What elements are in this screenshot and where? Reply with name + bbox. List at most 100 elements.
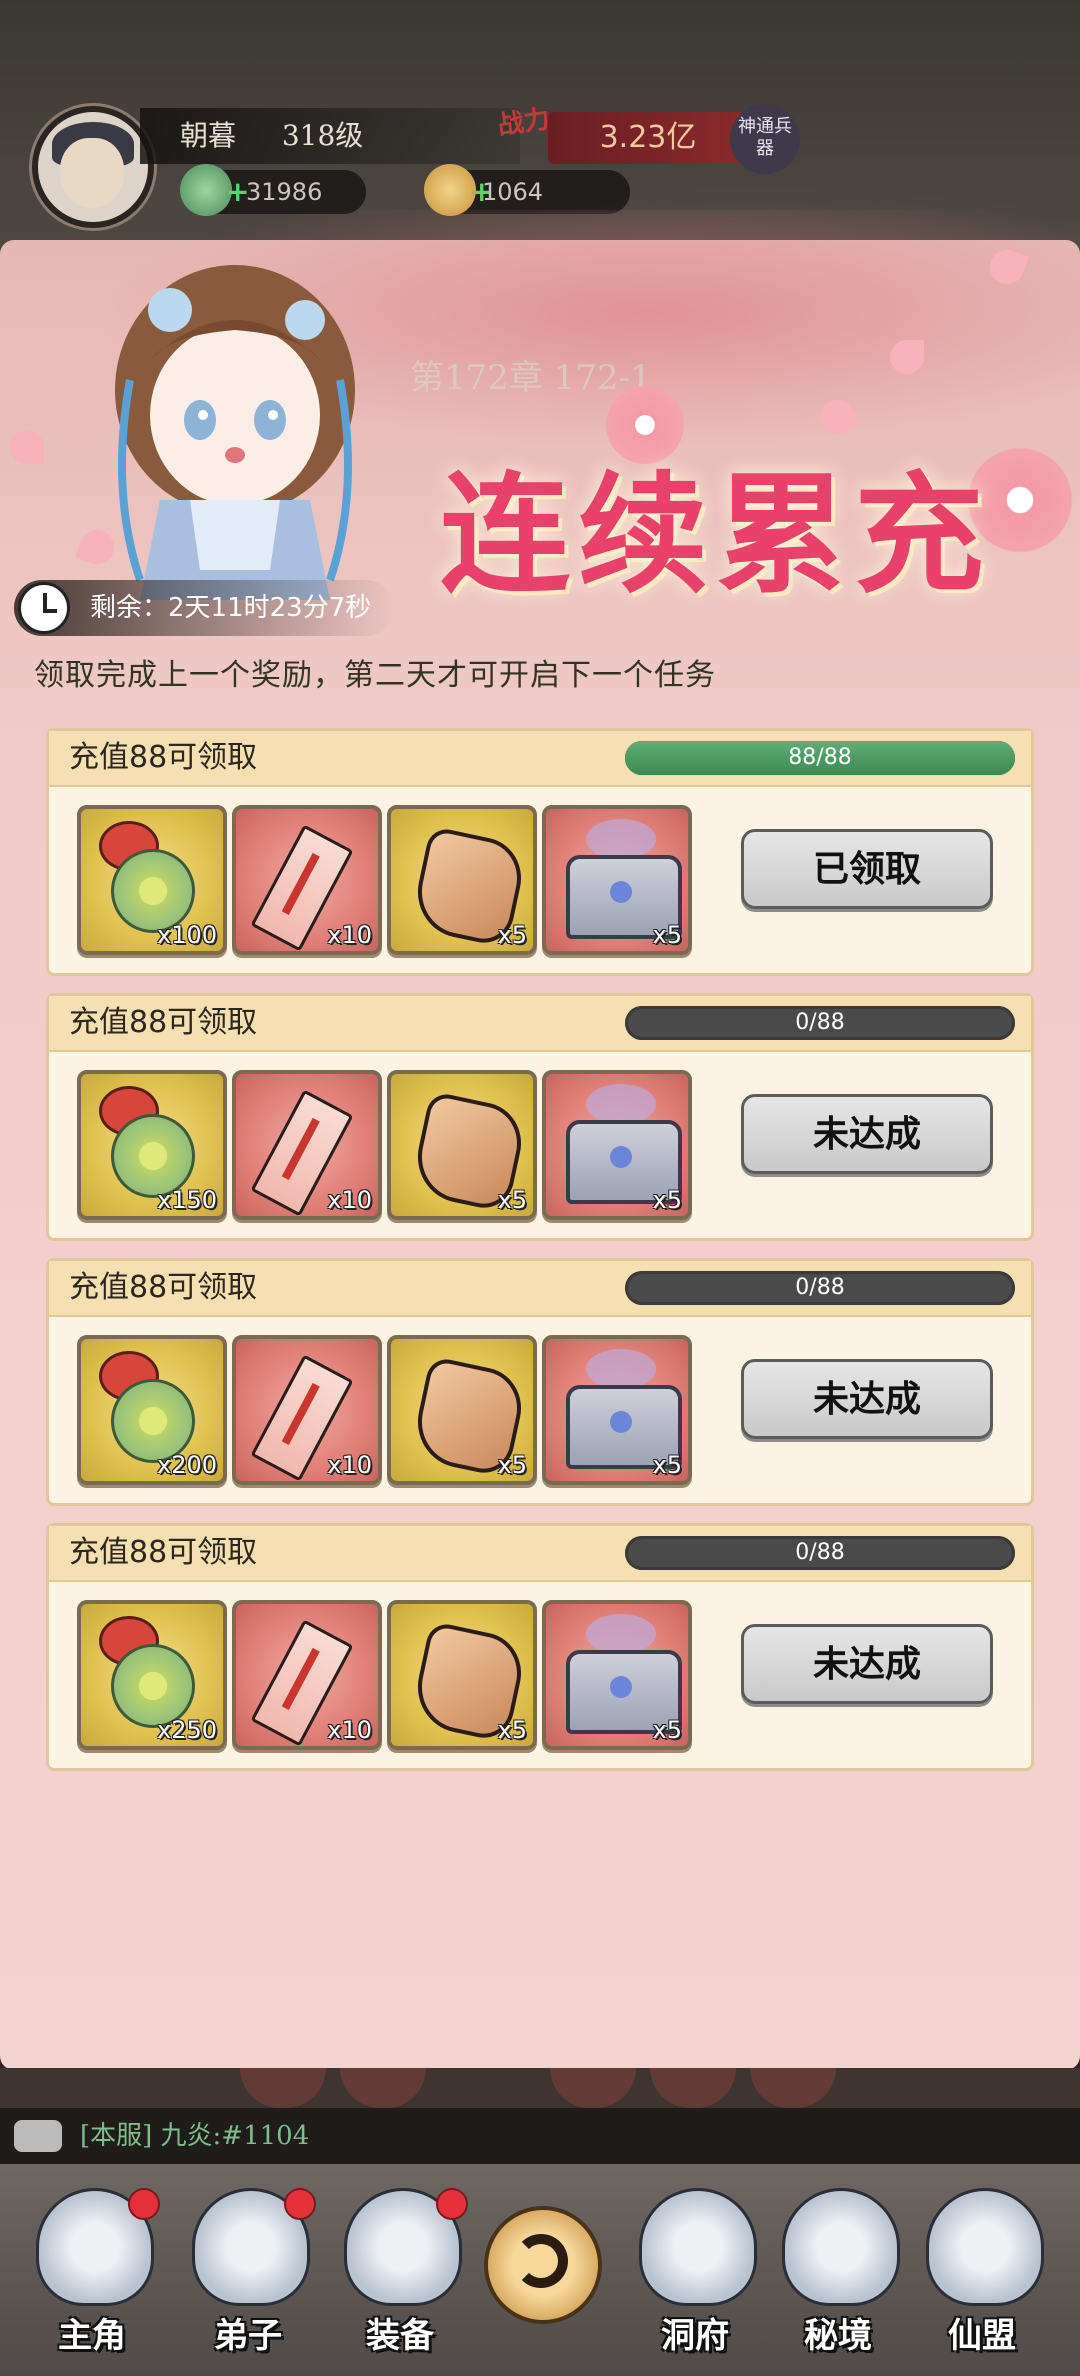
reward-count: x10 xyxy=(327,1186,372,1214)
reward-item[interactable]: x5 xyxy=(542,1335,692,1485)
reward-item[interactable]: x5 xyxy=(542,1600,692,1750)
decoration-slot xyxy=(750,2068,836,2108)
chest-smoke-decoration xyxy=(586,819,656,859)
reward-count: x5 xyxy=(652,1716,682,1744)
reward-count: x5 xyxy=(497,1716,527,1744)
back-arrow-icon[interactable] xyxy=(484,2206,602,2324)
task-progress-bar: 0/88 xyxy=(625,1536,1015,1570)
task-card-header: 充值88可领取 0/88 xyxy=(49,1261,1031,1317)
nav-item[interactable]: 秘境 xyxy=(768,2178,908,2368)
nav-item-label: 主角 xyxy=(58,2316,126,2356)
chest-smoke-decoration xyxy=(586,1084,656,1124)
task-card: 充值88可领取 0/88 x150 x10 x5 x5 未达成 xyxy=(46,993,1034,1241)
reward-item[interactable]: x5 xyxy=(387,1600,537,1750)
not-achieved-button[interactable]: 未达成 xyxy=(741,1359,993,1439)
chest-smoke-decoration xyxy=(586,1614,656,1654)
player-name-level: 朝暮 318级 xyxy=(140,108,520,164)
chat-bubble-icon[interactable] xyxy=(14,2120,62,2152)
reward-item[interactable]: x10 xyxy=(232,1335,382,1485)
not-achieved-button[interactable]: 未达成 xyxy=(741,1624,993,1704)
immortal-alliance-icon xyxy=(926,2188,1044,2306)
task-progress-text: 0/88 xyxy=(795,1010,845,1035)
task-title: 充值88可领取 xyxy=(69,1005,258,1040)
not-achieved-button[interactable]: 未达成 xyxy=(741,1094,993,1174)
notification-badge xyxy=(284,2188,316,2220)
reward-count: x5 xyxy=(652,1186,682,1214)
petal-decoration xyxy=(890,340,924,374)
decoration-slot xyxy=(240,2068,326,2108)
reward-item[interactable]: x5 xyxy=(542,1070,692,1220)
task-progress-bar: 0/88 xyxy=(625,1006,1015,1040)
rank-badge[interactable]: 神通兵器 xyxy=(730,104,800,174)
reward-count: x100 xyxy=(156,921,217,949)
reward-count: x150 xyxy=(156,1186,217,1214)
task-title: 充值88可领取 xyxy=(69,1535,258,1570)
nav-item-label: 秘境 xyxy=(804,2316,872,2356)
decoration-slot xyxy=(340,2068,426,2108)
event-title: 连续累充 xyxy=(440,458,993,611)
task-progress-text: 0/88 xyxy=(795,1540,845,1565)
timer-text: 剩余：2天11时23分7秒 xyxy=(90,593,372,623)
reward-count: x200 xyxy=(156,1451,217,1479)
event-rule-text: 领取完成上一个奖励，第二天才可开启下一个任务 xyxy=(34,658,716,693)
task-card: 充值88可领取 0/88 x200 x10 x5 x5 未达成 xyxy=(46,1258,1034,1506)
cave-dwelling-icon xyxy=(639,2188,757,2306)
reward-item[interactable]: x10 xyxy=(232,1070,382,1220)
task-title: 充值88可领取 xyxy=(69,1270,258,1305)
nav-item[interactable]: 装备 xyxy=(330,2178,470,2368)
reward-item[interactable]: x5 xyxy=(542,805,692,955)
nav-item-label: 洞府 xyxy=(661,2316,729,2356)
avatar-face xyxy=(60,138,124,208)
reward-count: x5 xyxy=(652,1451,682,1479)
reward-item[interactable]: x200 xyxy=(77,1335,227,1485)
gold-resource[interactable]: + 1064 xyxy=(424,164,630,216)
notification-badge xyxy=(128,2188,160,2220)
claimed-button[interactable]: 已领取 xyxy=(741,829,993,909)
reward-count: x10 xyxy=(327,1451,372,1479)
task-progress-bar: 88/88 xyxy=(625,741,1015,775)
task-progress-text: 88/88 xyxy=(788,745,852,770)
countdown-timer: 剩余：2天11时23分7秒 xyxy=(14,580,394,636)
nav-item-label: 装备 xyxy=(366,2316,434,2356)
jade-resource[interactable]: + 31986 xyxy=(180,164,366,216)
player-level: 318级 xyxy=(281,119,364,152)
secret-realm-icon xyxy=(782,2188,900,2306)
bottom-decoration-strip xyxy=(0,2068,1080,2108)
gold-value: 1064 xyxy=(482,178,544,206)
task-progress-bar: 0/88 xyxy=(625,1271,1015,1305)
reward-count: x5 xyxy=(497,921,527,949)
reward-item[interactable]: x5 xyxy=(387,1335,537,1485)
task-card-header: 充值88可领取 88/88 xyxy=(49,731,1031,787)
reward-count: x10 xyxy=(327,921,372,949)
decoration-slot xyxy=(550,2068,636,2108)
reward-count: x5 xyxy=(652,921,682,949)
notification-badge xyxy=(436,2188,468,2220)
nav-item[interactable]: 仙盟 xyxy=(912,2178,1052,2368)
task-card-header: 充值88可领取 0/88 xyxy=(49,1526,1031,1582)
chat-bar[interactable]: [本服] 九炎:#1104 xyxy=(0,2108,1080,2164)
task-progress-text: 0/88 xyxy=(795,1275,845,1300)
petal-decoration xyxy=(10,430,44,464)
reward-item[interactable]: x10 xyxy=(232,805,382,955)
power-value: 3.23亿 xyxy=(548,112,748,164)
nav-item-label: 弟子 xyxy=(214,2316,282,2356)
reward-item[interactable]: x250 xyxy=(77,1600,227,1750)
reward-count: x10 xyxy=(327,1716,372,1744)
character-portrait xyxy=(115,265,355,600)
reward-item[interactable]: x10 xyxy=(232,1600,382,1750)
back-arrow-curve xyxy=(514,2234,568,2288)
reward-item[interactable]: x100 xyxy=(77,805,227,955)
nav-item[interactable]: 洞府 xyxy=(625,2178,765,2368)
reward-item[interactable]: x5 xyxy=(387,805,537,955)
chest-smoke-decoration xyxy=(586,1349,656,1389)
nav-item[interactable]: 弟子 xyxy=(178,2178,318,2368)
reward-item[interactable]: x150 xyxy=(77,1070,227,1220)
chat-message: [本服] 九炎:#1104 xyxy=(80,2121,310,2151)
decoration-slot xyxy=(650,2068,736,2108)
nav-item[interactable]: 主角 xyxy=(22,2178,162,2368)
reward-item[interactable]: x5 xyxy=(387,1070,537,1220)
jade-value: 31986 xyxy=(246,178,323,206)
player-name: 朝暮 xyxy=(180,119,237,152)
gold-icon xyxy=(424,164,476,216)
reward-count: x5 xyxy=(497,1451,527,1479)
